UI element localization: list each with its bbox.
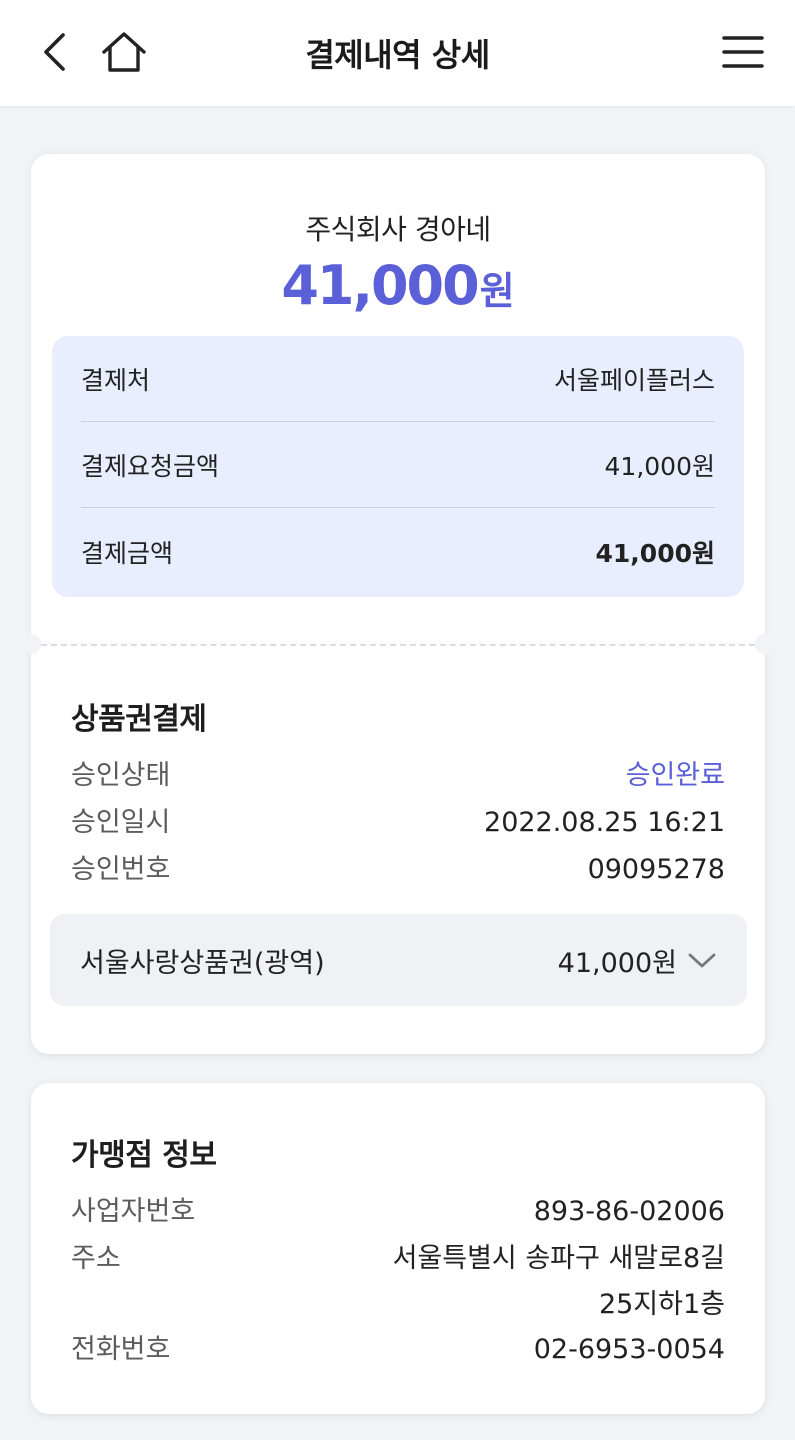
voucher-detail-toggle[interactable]: 서울사랑상품권(광역) 41,000원 (50, 914, 747, 1006)
voucher-amount: 41,000원 (557, 947, 677, 979)
summary-value: 41,000원 (595, 539, 715, 568)
summary-row-payment-place: 결제처 서울페이플러스 (81, 336, 715, 422)
phone-number-row: 전화번호 02-6953-0054 (71, 1327, 725, 1373)
address-line-2: 25지하1층 (598, 1289, 725, 1320)
address-value: 서울특별시 송파구 새말로8길 25지하1층 (393, 1236, 725, 1328)
summary-row-paid-amount: 결제금액 41,000원 (81, 508, 715, 596)
voucher-name: 서울사랑상품권(광역) (80, 947, 325, 979)
ticket-notch-left (21, 634, 41, 654)
address-line-1: 서울특별시 송파구 새말로8길 (392, 1243, 725, 1274)
approval-status-row: 승인상태 승인완료 (71, 753, 725, 799)
total-amount-number: 41,000 (281, 254, 479, 317)
receipt-summary-card: 주식회사 경아네 41,000원 결제처 서울페이플러스 결제요청금액 41,0… (31, 154, 765, 644)
approval-status-label: 승인상태 (71, 760, 171, 791)
approval-number-row: 승인번호 09095278 (71, 847, 725, 893)
section-title-merchant-info: 가맹점 정보 (71, 1138, 217, 1173)
address-label: 주소 (71, 1243, 121, 1274)
phone-number-label: 전화번호 (71, 1334, 171, 1365)
page-title: 결제내역 상세 (305, 36, 490, 74)
business-number-row: 사업자번호 893-86-02006 (71, 1189, 725, 1235)
total-amount-unit: 원 (479, 269, 515, 313)
approval-datetime-value: 2022.08.25 16:21 (484, 807, 725, 838)
summary-value: 41,000원 (604, 451, 715, 481)
perforation-divider (31, 644, 765, 646)
section-title-voucher-payment: 상품권결제 (71, 702, 207, 737)
merchant-info-card: 가맹점 정보 사업자번호 893-86-02006 주소 서울특별시 송파구 새… (31, 1083, 765, 1414)
total-amount: 41,000원 (31, 254, 765, 317)
approval-datetime-label: 승인일시 (71, 807, 171, 838)
menu-button[interactable] (716, 30, 768, 74)
summary-label: 결제금액 (81, 539, 174, 568)
summary-label: 결제요청금액 (81, 451, 220, 481)
top-app-bar: 결제내역 상세 (0, 0, 795, 106)
chevron-down-icon (688, 953, 716, 968)
voucher-payment-card: 상품권결제 승인상태 승인완료 승인일시 2022.08.25 16:21 승인… (31, 644, 765, 1054)
business-number-label: 사업자번호 (71, 1196, 196, 1227)
merchant-name: 주식회사 경아네 (305, 213, 491, 246)
business-number-value: 893-86-02006 (533, 1196, 725, 1227)
address-row: 주소 서울특별시 송파구 새말로8길 25지하1층 (71, 1236, 725, 1328)
approval-status-value: 승인완료 (625, 760, 725, 791)
summary-row-requested-amount: 결제요청금액 41,000원 (81, 422, 715, 508)
payment-summary-box: 결제처 서울페이플러스 결제요청금액 41,000원 결제금액 41,000원 (52, 336, 744, 597)
ticket-notch-right (755, 634, 775, 654)
approval-number-value: 09095278 (587, 854, 725, 885)
approval-number-label: 승인번호 (71, 854, 171, 885)
hamburger-menu-icon (722, 36, 764, 68)
approval-datetime-row: 승인일시 2022.08.25 16:21 (71, 800, 725, 846)
summary-label: 결제처 (81, 365, 151, 395)
phone-number-value[interactable]: 02-6953-0054 (534, 1327, 725, 1373)
summary-value: 서울페이플러스 (553, 365, 715, 395)
